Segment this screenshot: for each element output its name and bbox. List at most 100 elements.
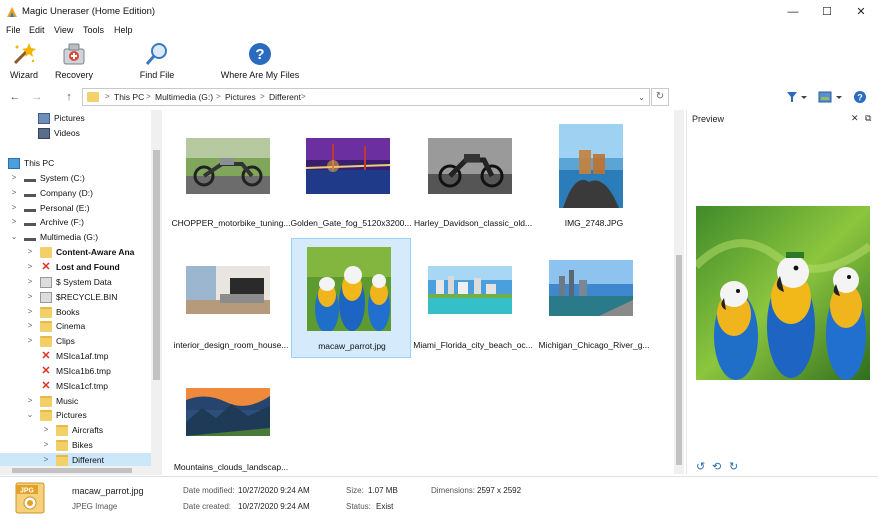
- address-bar[interactable]: > This PC > Multimedia (G:) > Pictures >…: [82, 88, 650, 106]
- chevron-down-icon[interactable]: ⌄: [26, 410, 34, 419]
- tree-item-music[interactable]: > Music: [0, 394, 152, 409]
- file-item[interactable]: interior_design_room_house...: [171, 238, 291, 358]
- file-name: macaw_parrot.jpg: [318, 341, 386, 351]
- tree-item-content-aware-ana[interactable]: > Content-Aware Ana: [0, 245, 152, 260]
- tree-item-archive-f-[interactable]: > Archive (F:): [0, 215, 152, 230]
- file-item[interactable]: Harley_Davidson_classic_old...: [413, 116, 533, 236]
- chevron-right-icon[interactable]: >: [42, 425, 50, 434]
- flip-icon[interactable]: ⟲: [712, 460, 721, 473]
- tree-item-aircrafts[interactable]: > Aircrafts: [0, 423, 152, 438]
- tree-scroll-thumb[interactable]: [153, 150, 160, 380]
- tree-hscroll-thumb[interactable]: [12, 468, 132, 473]
- drive-icon: [24, 232, 36, 244]
- drive-icon: [24, 172, 36, 184]
- file-item[interactable]: Miami_Florida_city_beach_oc...: [413, 238, 533, 358]
- chevron-right-icon[interactable]: >: [10, 188, 18, 197]
- tree-item-multimedia-g-[interactable]: ⌄ Multimedia (G:): [0, 230, 152, 245]
- breadcrumb-different[interactable]: Different: [269, 92, 301, 102]
- tree-item-system-c-[interactable]: > System (C:): [0, 171, 152, 186]
- breadcrumb-this-pc[interactable]: This PC: [114, 92, 144, 102]
- chevron-right-icon[interactable]: >: [26, 321, 34, 330]
- menu-file[interactable]: File: [6, 25, 21, 35]
- menu-tools[interactable]: Tools: [83, 25, 104, 35]
- tree-item-bikes[interactable]: > Bikes: [0, 438, 152, 453]
- breadcrumb-pictures[interactable]: Pictures: [225, 92, 256, 102]
- tree-item-label: Music: [56, 395, 79, 406]
- folder-icon: [56, 455, 68, 466]
- filter-icon[interactable]: [786, 90, 808, 104]
- file-name: CHOPPER_motorbike_tuning...: [171, 218, 291, 228]
- file-item[interactable]: CHOPPER_motorbike_tuning...: [171, 116, 291, 236]
- address-dropdown-icon[interactable]: ⌄: [638, 92, 645, 103]
- help-icon[interactable]: ?: [853, 90, 867, 104]
- minimize-button[interactable]: —: [776, 0, 810, 24]
- toolbar: Wizard Recovery Find File ? Where Are My…: [0, 39, 878, 85]
- menu-help[interactable]: Help: [114, 25, 133, 35]
- preview-close-icon[interactable]: ✕: [851, 113, 859, 124]
- tree-item--recycle-bin[interactable]: > $RECYCLE.BIN: [0, 290, 152, 305]
- view-mode-icon[interactable]: [818, 90, 844, 104]
- chevron-right-icon[interactable]: >: [10, 173, 18, 182]
- tree-item-msica1af-tmp[interactable]: ✕ MSIca1af.tmp: [0, 349, 152, 364]
- recovery-icon: [63, 43, 85, 65]
- address-row: ← → ↑ > This PC > Multimedia (G:) > Pict…: [0, 86, 878, 108]
- menu-view[interactable]: View: [54, 25, 73, 35]
- up-arrow-icon[interactable]: ↑: [62, 90, 76, 104]
- grid-scroll-thumb[interactable]: [676, 255, 682, 465]
- tree-item-cinema[interactable]: > Cinema: [0, 319, 152, 334]
- rotate-right-icon[interactable]: ↻: [729, 460, 738, 473]
- grid-scrollbar[interactable]: [674, 110, 684, 474]
- chevron-down-icon[interactable]: ⌄: [10, 232, 18, 241]
- tree-item-msica1cf-tmp[interactable]: ✕ MSIca1cf.tmp: [0, 379, 152, 394]
- tree-item-books[interactable]: > Books: [0, 305, 152, 320]
- rotate-left-icon[interactable]: ↺: [696, 460, 705, 473]
- tree-item-videos[interactable]: Videos: [0, 126, 152, 141]
- breadcrumb-multimedia[interactable]: Multimedia (G:): [155, 92, 213, 102]
- chevron-right-icon[interactable]: >: [26, 277, 34, 286]
- tree-horizontal-scrollbar[interactable]: [0, 466, 162, 475]
- tree-item-clips[interactable]: > Clips: [0, 334, 152, 349]
- file-item[interactable]: Golden_Gate_fog_5120x3200...: [291, 116, 412, 236]
- file-name: Miami_Florida_city_beach_oc...: [413, 340, 533, 350]
- tree-item-lost-and-found[interactable]: > ✕ Lost and Found: [0, 260, 152, 275]
- chevron-right-icon[interactable]: >: [26, 247, 34, 256]
- tree-scrollbar[interactable]: [151, 110, 162, 466]
- chevron-right-icon[interactable]: >: [26, 307, 34, 316]
- menu-edit[interactable]: Edit: [29, 25, 45, 35]
- chevron-right-icon[interactable]: >: [26, 336, 34, 345]
- tree-item-personal-e-[interactable]: > Personal (E:): [0, 201, 152, 216]
- tree-item-different[interactable]: > Different: [0, 453, 152, 466]
- file-item[interactable]: Michigan_Chicago_River_g...: [534, 238, 654, 358]
- file-item[interactable]: Mountains_clouds_landscap...: [171, 360, 291, 474]
- chevron-right-icon[interactable]: >: [26, 396, 34, 405]
- tree-item-label: Multimedia (G:): [40, 232, 99, 243]
- tree-item-msica1b6-tmp[interactable]: ✕ MSIca1b6.tmp: [0, 364, 152, 379]
- refresh-button[interactable]: ↻: [651, 88, 669, 106]
- chevron-right-icon[interactable]: >: [10, 203, 18, 212]
- find-file-button[interactable]: Find File: [136, 41, 178, 80]
- maximize-button[interactable]: ☐: [810, 0, 844, 24]
- wizard-button[interactable]: Wizard: [6, 41, 42, 80]
- recovery-button[interactable]: Recovery: [52, 41, 96, 80]
- where-are-my-files-button[interactable]: ? Where Are My Files: [220, 41, 300, 80]
- preview-undock-icon[interactable]: ⧉: [865, 113, 871, 124]
- deleted-icon: ✕: [41, 350, 51, 363]
- tree-item--system-data[interactable]: > $ System Data: [0, 275, 152, 290]
- file-item[interactable]: IMG_2748.JPG: [534, 116, 654, 236]
- chevron-right-icon[interactable]: >: [26, 262, 34, 271]
- chevron-right-icon[interactable]: >: [42, 455, 50, 464]
- close-button[interactable]: ✕: [844, 0, 878, 24]
- tree-item-pictures[interactable]: Pictures: [0, 111, 152, 126]
- tree-item-pictures[interactable]: ⌄ Pictures: [0, 408, 152, 423]
- tree-item-company-d-[interactable]: > Company (D:): [0, 186, 152, 201]
- file-item[interactable]: macaw_parrot.jpg: [291, 238, 411, 358]
- back-arrow-icon[interactable]: ←: [8, 90, 22, 104]
- chevron-right-icon[interactable]: >: [26, 292, 34, 301]
- tree-item-this-pc[interactable]: ⌄ This PC: [0, 156, 152, 171]
- chevron-down-icon[interactable]: ⌄: [0, 158, 2, 167]
- status-date-created: 10/27/2020 9:24 AM: [238, 502, 310, 511]
- chevron-right-icon[interactable]: >: [10, 217, 18, 226]
- forward-arrow-icon[interactable]: →: [30, 90, 44, 104]
- folder-icon: [40, 336, 52, 348]
- chevron-right-icon[interactable]: >: [42, 440, 50, 449]
